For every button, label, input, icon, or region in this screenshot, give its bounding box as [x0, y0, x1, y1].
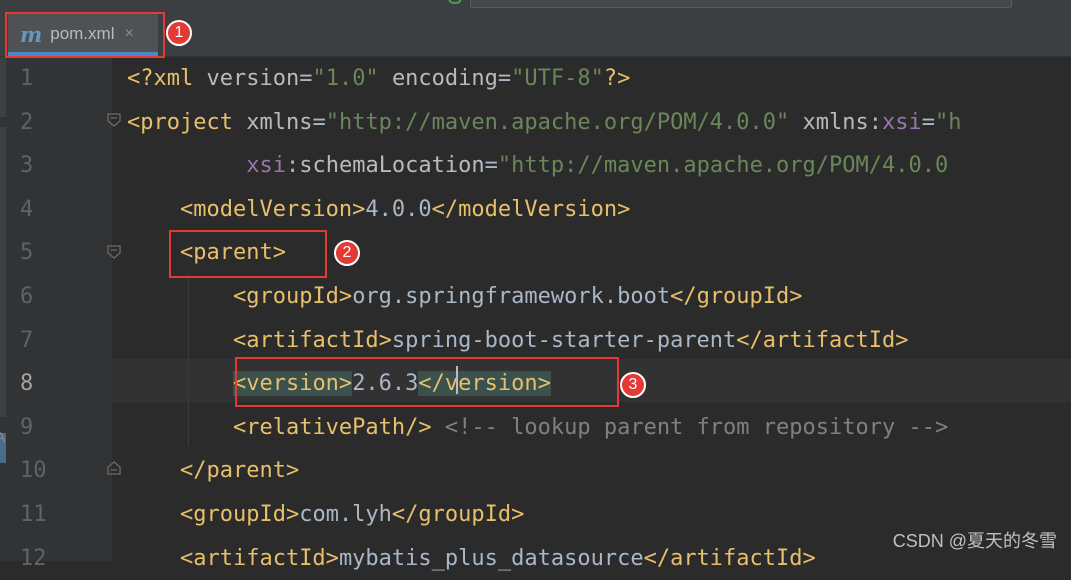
line-number: 4: [20, 197, 34, 222]
line-number: 12: [20, 546, 47, 571]
line-number: 11: [20, 502, 47, 527]
code-token: spring-boot-starter-parent: [391, 328, 737, 353]
code-line[interactable]: <?xml version="1.0" encoding="UTF-8"?>: [127, 57, 630, 100]
annotation-box-parent: [169, 230, 327, 278]
code-token: </groupId>: [670, 284, 803, 309]
annotation-box-tab: [5, 12, 165, 58]
code-token: version: [206, 66, 300, 91]
fold-close-icon[interactable]: [106, 460, 122, 476]
gutter-edge-strip: [0, 127, 6, 417]
code-line[interactable]: <modelVersion>4.0.0</modelVersion>: [127, 188, 630, 231]
code-token: <artifactId>: [179, 546, 339, 571]
line-number: 1: [20, 66, 34, 91]
code-token: =: [921, 110, 936, 135]
code-token: <!-- lookup parent from repository -->: [444, 415, 949, 440]
line-number: 2: [20, 110, 34, 135]
fold-open-icon[interactable]: [106, 244, 122, 260]
code-token: xsi: [246, 153, 286, 178]
code-token: =: [312, 110, 326, 135]
line-number: 7: [20, 328, 34, 353]
code-token: <project: [127, 110, 247, 135]
code-token: org.springframework.boot: [352, 284, 671, 309]
annotation-badge-2: 2: [334, 240, 360, 266]
code-token: "http://maven.apache.org/POM/4.0.0: [497, 153, 949, 178]
code-token: xmlns: [802, 110, 869, 135]
line-number: 5: [20, 240, 34, 265]
code-token: "h: [935, 110, 962, 135]
code-token: =: [497, 66, 512, 91]
code-token: <groupId>: [232, 284, 353, 309]
code-token: xmlns: [246, 110, 313, 135]
line-number: 10: [20, 458, 47, 483]
code-line[interactable]: <project xmlns="http://maven.apache.org/…: [127, 101, 962, 144]
line-number: 6: [20, 284, 34, 309]
code-token: </artifactId>: [736, 328, 909, 353]
code-token: </groupId>: [391, 502, 525, 527]
code-token: xsi: [882, 110, 922, 135]
code-line[interactable]: <artifactId>spring-boot-starter-parent</…: [127, 319, 909, 362]
code-line[interactable]: <groupId>org.springframework.boot</group…: [127, 275, 803, 318]
code-line[interactable]: <artifactId>mybatis_plus_datasource</art…: [127, 537, 816, 580]
code-token: <?xml: [127, 66, 207, 91]
annotation-badge-1: 1: [166, 20, 192, 46]
code-token: </parent>: [179, 458, 300, 483]
code-line[interactable]: <relativePath/> <!-- lookup parent from …: [127, 406, 948, 449]
code-token: "http://maven.apache.org/POM/4.0.0": [325, 110, 790, 135]
code-token: <modelVersion>: [179, 197, 366, 222]
code-token: =: [299, 66, 313, 91]
gutter-edge-letter: A: [0, 429, 6, 445]
code-line[interactable]: xsi:schemaLocation="http://maven.apache.…: [127, 144, 948, 187]
code-token: mybatis_plus_datasource: [338, 546, 644, 571]
toolbar-indicator-icon: [448, 0, 462, 4]
code-token: "UTF-8": [511, 66, 604, 91]
annotation-badge-3: 3: [620, 372, 646, 398]
code-line[interactable]: <groupId>com.lyh</groupId>: [127, 493, 524, 536]
code-token: <artifactId>: [232, 328, 392, 353]
fold-open-icon[interactable]: [106, 112, 122, 128]
gutter-edge-strip: [0, 57, 6, 117]
code-token: <groupId>: [179, 502, 300, 527]
code-token: 4.0.0: [365, 197, 432, 222]
code-token: </artifactId>: [643, 546, 816, 571]
code-token: schemaLocation: [299, 153, 485, 178]
code-line[interactable]: </parent>: [127, 449, 299, 492]
annotation-box-version: [235, 357, 619, 407]
code-token: encoding: [391, 66, 498, 91]
code-token: <relativePath/>: [232, 415, 432, 440]
code-token: :: [285, 153, 300, 178]
code-token: com.lyh: [299, 502, 392, 527]
line-number: 9: [20, 415, 34, 440]
code-token: "1.0": [312, 66, 379, 91]
code-token: ?>: [603, 66, 631, 91]
line-number: 8: [20, 371, 34, 396]
toolbar-search-field[interactable]: [470, 0, 1012, 8]
indent-guide: [188, 274, 189, 446]
code-token: </modelVersion>: [431, 197, 631, 222]
watermark: CSDN @夏天的冬雪: [892, 531, 1057, 551]
line-number: 3: [20, 153, 34, 178]
code-token: :: [868, 110, 883, 135]
code-token: =: [484, 153, 498, 178]
